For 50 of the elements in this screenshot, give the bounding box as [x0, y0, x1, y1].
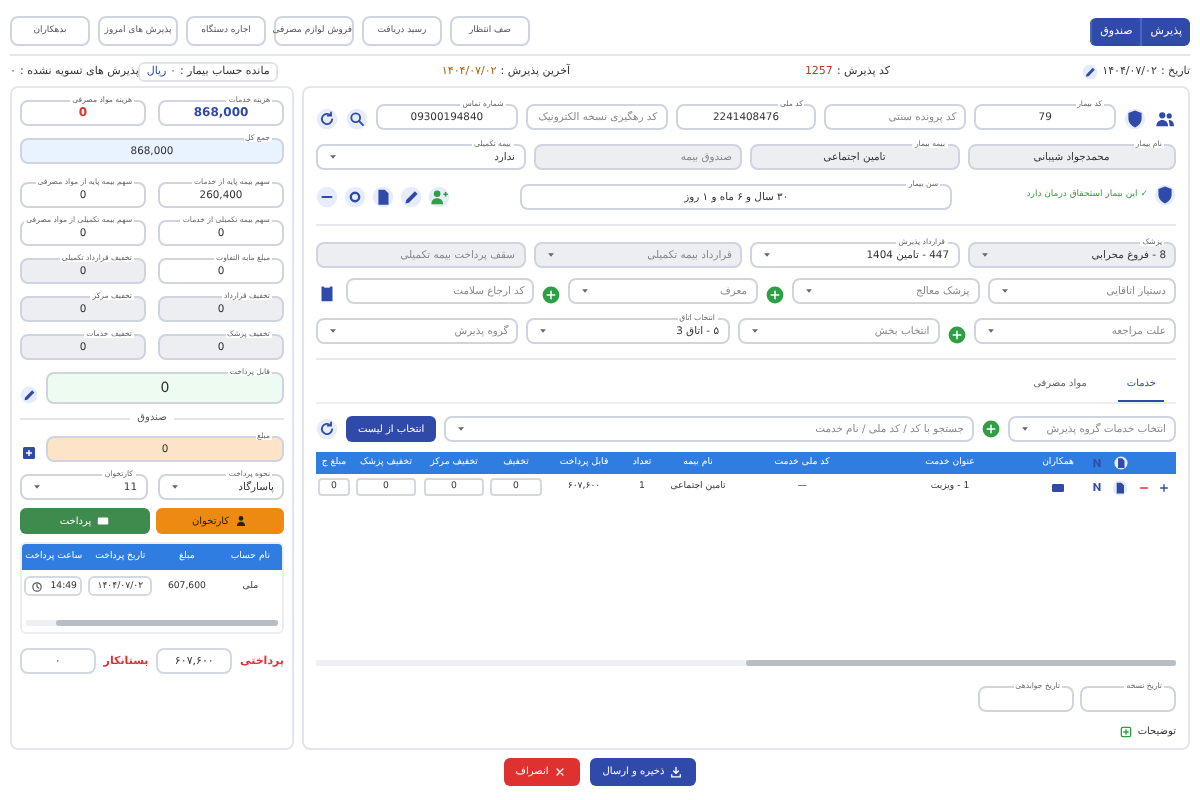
scrollbar[interactable]	[316, 660, 1176, 666]
n-letter-icon	[1089, 456, 1103, 470]
caret-icon	[997, 284, 1012, 298]
add-icon[interactable]	[982, 420, 1000, 438]
input-field[interactable]	[1080, 686, 1176, 712]
save-icon	[668, 764, 685, 780]
add-icon[interactable]	[20, 444, 38, 462]
card-icon[interactable]	[1050, 479, 1066, 495]
add-icon[interactable]	[765, 286, 783, 304]
add-icon[interactable]	[542, 286, 561, 304]
caret-icon	[760, 248, 774, 262]
minus-icon[interactable]	[316, 186, 338, 208]
caret-icon	[454, 422, 469, 436]
close-icon	[552, 764, 569, 780]
users-icon[interactable]	[1154, 108, 1176, 130]
pencil-icon[interactable]	[1082, 63, 1099, 79]
scrollbar[interactable]	[26, 620, 278, 626]
add-icon[interactable]	[947, 326, 966, 344]
clipboard-icon[interactable]	[316, 282, 338, 304]
add-icon[interactable]	[1117, 724, 1134, 740]
caret-icon	[326, 150, 340, 164]
shield-icon[interactable]	[1154, 184, 1176, 206]
refresh-icon[interactable]	[316, 418, 338, 440]
caret-icon	[983, 324, 998, 338]
ring-icon[interactable]	[344, 186, 366, 208]
document-icon[interactable]	[372, 186, 394, 208]
card-icon	[95, 514, 110, 528]
add-icon[interactable]	[1156, 479, 1172, 495]
search-icon[interactable]	[346, 108, 369, 130]
caret-icon	[578, 284, 593, 298]
n-letter-icon[interactable]	[1089, 480, 1103, 494]
caret-icon	[167, 480, 181, 494]
document-icon	[1113, 456, 1127, 470]
pencil-icon[interactable]	[400, 186, 422, 208]
pencil-icon[interactable]	[20, 386, 38, 404]
caret-icon	[543, 248, 557, 262]
caret-icon	[30, 480, 44, 494]
user-plus-icon[interactable]	[428, 186, 450, 208]
user-icon	[233, 514, 248, 528]
caret-icon	[326, 324, 340, 338]
document-icon[interactable]	[1112, 479, 1128, 495]
input-field[interactable]	[978, 686, 1074, 712]
caret-icon	[747, 324, 761, 338]
caret-icon	[536, 324, 551, 338]
refresh-icon[interactable]	[316, 108, 339, 130]
caret-icon	[801, 284, 815, 298]
clock-icon	[30, 579, 45, 593]
caret-icon	[977, 248, 991, 262]
shield-icon[interactable]	[1124, 108, 1146, 130]
caret-icon	[1018, 422, 1032, 436]
